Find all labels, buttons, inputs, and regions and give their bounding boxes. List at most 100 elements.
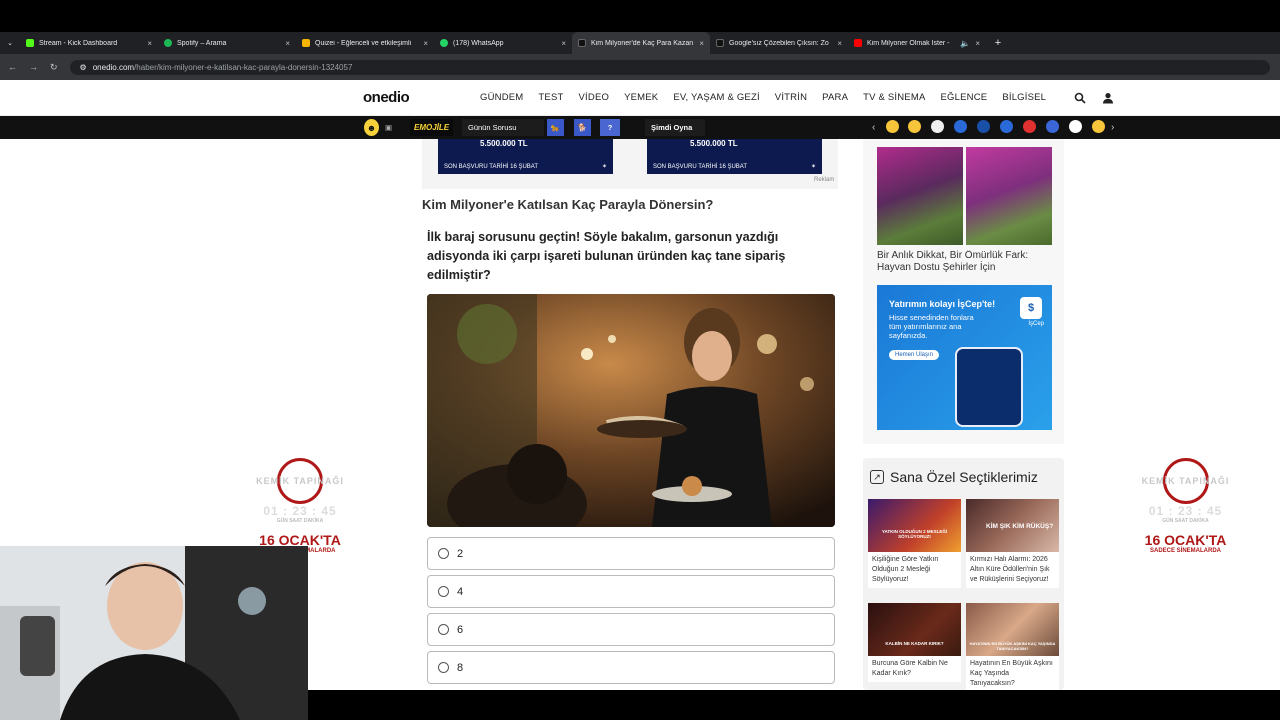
emoji-tile: 🐆 [547,119,564,136]
radio-button[interactable] [438,624,449,635]
emoji-blue-icon[interactable] [954,120,967,133]
question-tile: ? [600,119,620,136]
sidebar-card-caption[interactable]: Bir Anlık Dikkat, Bir Ömürlük Fark: Hayv… [877,250,1053,272]
top-black-bar [0,0,1280,32]
pick-image: YATKIN OLDUĞUN 2 MESLEĞİ SÖYLÜYORUZ! [868,499,961,552]
url-field[interactable]: ⚙ onedio.com/haber/kim-milyoner-e-katils… [69,59,1270,75]
radio-button[interactable] [438,662,449,673]
emoji-badge-icon[interactable] [1000,120,1013,133]
emoji-medal-icon[interactable] [1092,120,1105,133]
smiley-icon[interactable]: ☻ [364,119,379,136]
tab-title: (178) WhatsApp [453,39,504,47]
close-icon[interactable]: × [285,39,290,48]
cat-photo[interactable] [966,147,1052,245]
nav-yemek[interactable]: YEMEK [624,92,658,103]
nav-bilgisel[interactable]: BİLGİSEL [1002,92,1046,103]
nav-video[interactable]: VİDEO [579,92,610,103]
emoji-thinking-icon[interactable] [886,120,899,133]
kick-icon [26,39,34,47]
nav-eglence[interactable]: EĞLENCE [941,92,988,103]
close-icon[interactable]: × [423,39,428,48]
answer-option[interactable]: 4 [427,575,835,608]
emoji-grin-icon[interactable] [908,120,921,133]
iscep-brand: İşCep [1028,321,1044,327]
movie-promo-right[interactable]: KEMİK TAPINAĞI 01 : 23 : 45 GÜN SAAT DAK… [1138,458,1233,554]
prev-arrow-icon[interactable]: ‹ [872,119,875,136]
reload-icon[interactable]: ↻ [50,62,58,73]
onedio-icon [716,39,724,47]
bottom-black-bar [308,690,1280,720]
tab-kim-milyoner[interactable]: Kim Milyoner'de Kaç Para Kazan × [572,32,710,54]
emoji-currency-icon[interactable] [977,120,990,133]
radio-button[interactable] [438,586,449,597]
nav-ev-yasam-gezi[interactable]: EV, YAŞAM & GEZİ [673,92,759,103]
tab-whatsapp[interactable]: (178) WhatsApp × [434,32,572,54]
tab-youtube[interactable]: Kim Milyoner Olmak İster - 🔈 × [848,32,986,54]
close-icon[interactable]: × [561,39,566,48]
search-icon[interactable] [1074,92,1086,104]
close-icon[interactable]: × [147,39,152,48]
pick-image: HAYATININ EN BÜYÜK AŞKINI KAÇ YAŞINDA TA… [966,603,1059,656]
iscep-button[interactable]: Hemen Ulaşın [889,350,940,360]
tab-kick[interactable]: Stream - Kick Dashboard × [20,32,158,54]
pick-card[interactable]: HAYATININ EN BÜYÜK AŞKINI KAÇ YAŞINDA TA… [966,603,1059,692]
nav-para[interactable]: PARA [822,92,848,103]
emojile-logo[interactable]: EMOJİLE [410,119,454,136]
user-icon[interactable] [1102,92,1114,104]
picks-heading: ↗ Sana Özel Seçtiklerimiz [870,469,1038,485]
tab-title: Quizei - Eğlenceli ve etkileşimli [315,39,412,47]
pick-image: KİM ŞIK KİM RÜKÜŞ? [966,499,1059,552]
iscep-headline: Yatırımın kolayı İşCep'te! [889,299,996,309]
tab-quizei[interactable]: Quizei - Eğlenceli ve etkileşimli × [296,32,434,54]
emoji-round-icon[interactable] [1046,120,1059,133]
quiz-question: İlk baraj sorusunu geçtin! Söyle bakalım… [427,230,786,282]
tab-google-siz[interactable]: Google'sız Çözebilen Çıksın: Zo × [710,32,848,54]
emoji-white-icon[interactable] [931,120,944,133]
tab-title: Stream - Kick Dashboard [39,39,118,47]
answer-option[interactable]: 2 [427,537,835,570]
option-label: 4 [457,585,464,598]
url-host: onedio.com [92,62,135,72]
tab-spotify[interactable]: Spotify – Arama × [158,32,296,54]
new-tab-button[interactable]: + [986,32,1010,54]
nav-test[interactable]: TEST [538,92,563,103]
iscep-ad[interactable]: Yatırımın kolayı İşCep'te! Hisse senedin… [877,285,1052,430]
emoji-tile: 🐕 [574,119,591,136]
answer-option[interactable]: 8 [427,651,835,684]
pick-image: KALBİN NE KADAR KIRIK? [868,603,961,656]
pick-card[interactable]: KİM ŞIK KİM RÜKÜŞ? Kırmızı Halı Alarmı: … [966,499,1059,588]
pick-overlay: HAYATININ EN BÜYÜK AŞKINI KAÇ YAŞINDA TA… [969,641,1056,651]
nav-vitrin[interactable]: VİTRİN [775,92,807,103]
promo-sub: SADECE SİNEMALARDA [1149,548,1221,554]
emoji-plus-icon[interactable] [1023,120,1036,133]
radio-button[interactable] [438,548,449,559]
pick-caption: Kırmızı Halı Alarmı: 2026 Altın Küre Ödü… [970,556,1050,583]
tab-title: Google'sız Çözebilen Çıksın: Zo [729,39,829,47]
ad-amount: 5.500.000 TL [480,139,528,148]
url-path: /haber/kim-milyoner-e-katilsan-kac-paray… [134,62,353,72]
promo-date: 16 OCAK'TA [1144,532,1227,548]
ad-amount: 5.500.000 TL [690,139,738,148]
pick-card[interactable]: YATKIN OLDUĞUN 2 MESLEĞİ SÖYLÜYORUZ! Kiş… [868,499,961,588]
pick-overlay: YATKIN OLDUĞUN 2 MESLEĞİ SÖYLÜYORUZ! [881,529,948,539]
nav-tv-sinema[interactable]: TV & SİNEMA [863,92,925,103]
back-icon[interactable]: ← [8,62,17,72]
site-info-icon[interactable]: ⚙ [80,63,87,72]
close-icon[interactable]: × [837,39,842,48]
movie-promo-left[interactable]: KEMİK TAPINAĞI 01 : 23 : 45 GÜN SAAT DAK… [255,458,345,554]
close-icon[interactable]: × [699,39,704,48]
nav-gundem[interactable]: GÜNDEM [480,92,523,103]
onedio-logo[interactable]: onedio [363,89,410,106]
tab-search-button[interactable]: ⌄ [0,32,20,54]
cat-photo[interactable] [877,147,963,245]
spotify-icon [164,39,172,47]
answer-option[interactable]: 6 [427,613,835,646]
close-icon[interactable]: × [975,39,980,48]
ad-small-text: SON BAŞVURU TARİHİ 16 ŞUBAT [444,164,539,170]
simdi-oyna-button[interactable]: Şimdi Oyna [645,119,705,136]
forward-icon[interactable]: → [29,62,38,72]
pick-card[interactable]: KALBİN NE KADAR KIRIK? Burcuna Göre Kalb… [868,603,961,682]
star-icon: ✶ [810,164,816,170]
next-arrow-icon[interactable]: › [1111,119,1114,136]
emoji-ok-icon[interactable] [1069,120,1082,133]
